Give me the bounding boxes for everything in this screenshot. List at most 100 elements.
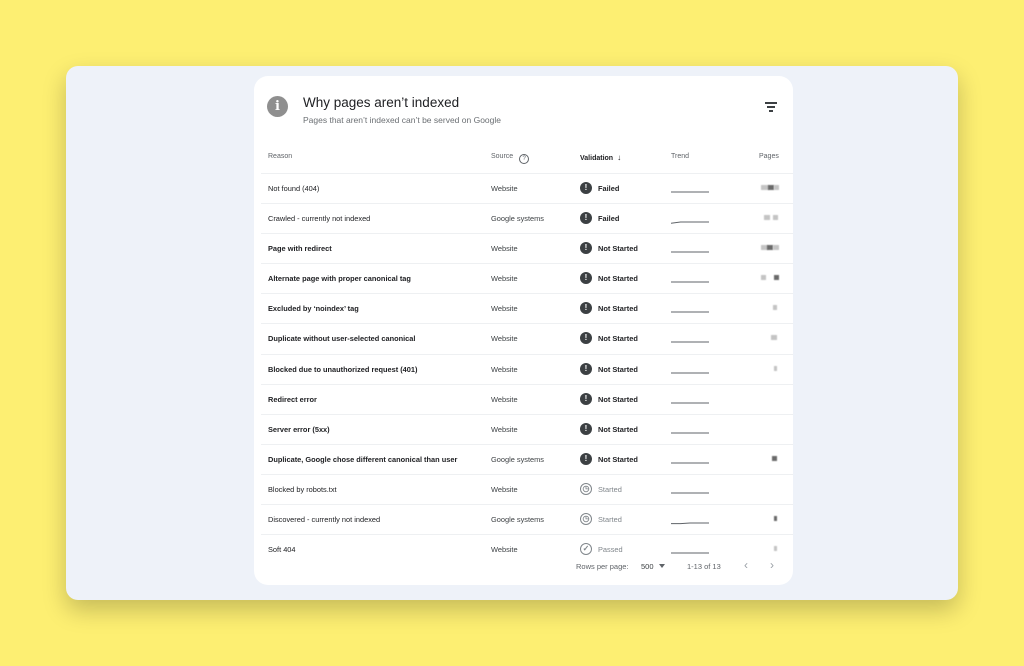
reason-cell: Excluded by ‘noindex’ tag [268, 304, 359, 314]
column-header-trend[interactable]: Trend [671, 153, 689, 160]
trend-sparkline [671, 385, 711, 414]
pages-count-redacted [761, 486, 781, 492]
rows-per-page-select[interactable]: 500 [641, 562, 665, 571]
filter-icon[interactable] [764, 102, 778, 114]
source-cell: Website [491, 334, 518, 344]
trend-sparkline [671, 324, 711, 353]
column-header-reason[interactable]: Reason [268, 153, 292, 160]
source-cell: Website [491, 184, 518, 193]
table-row[interactable]: Alternate page with proper canonical tag… [261, 263, 793, 293]
alert-icon: ! [580, 272, 592, 285]
trend-sparkline [671, 535, 711, 564]
trend-line [671, 522, 709, 525]
source-cell: Website [491, 274, 518, 284]
source-cell: Website [491, 484, 518, 494]
validation-status: Passed [598, 545, 623, 555]
table-row[interactable]: Excluded by ‘noindex’ tag Website! Not Sta… [261, 293, 793, 323]
table-row[interactable]: Page with redirect Website! Not Started [261, 233, 793, 263]
column-header-validation-label: Validation [580, 155, 614, 162]
table-row[interactable]: Duplicate, Google chose different canoni… [261, 443, 793, 474]
redacted-blob [774, 516, 778, 522]
pages-count-redacted [761, 215, 781, 221]
reason-cell: Duplicate without user-selected canonica… [268, 334, 416, 344]
redacted-blob [773, 215, 778, 221]
sort-descending-icon[interactable]: ↓ [617, 153, 621, 162]
source-cell: Website [491, 364, 518, 374]
reason-cell: Duplicate, Google chose different canoni… [268, 454, 458, 464]
redacted-blob [773, 245, 779, 251]
alert-icon: ! [580, 182, 592, 194]
reason-cell: Soft 404 [268, 545, 296, 555]
validation-status: Not Started [598, 274, 638, 284]
reason-cell: Blocked due to unauthorized request (401… [268, 364, 418, 374]
alert-icon: ! [580, 302, 592, 315]
table-row[interactable]: Redirect error Website! Not Started [261, 383, 793, 414]
chevron-down-icon [658, 564, 665, 568]
trend-sparkline [671, 174, 711, 203]
check-circle-icon: ✓ [580, 543, 592, 556]
alert-icon: ! [580, 332, 592, 345]
reason-cell: Crawled - currently not indexed [268, 214, 371, 224]
source-cell: Google systems [491, 515, 544, 525]
column-header-validation[interactable]: Validation ↓ [580, 153, 621, 162]
trend-line [671, 221, 709, 224]
validation-status: Started [598, 484, 622, 494]
source-cell: Website [491, 424, 518, 434]
alert-icon: ! [580, 422, 592, 435]
reason-cell: Blocked by robots.txt [268, 484, 337, 494]
reason-cell: Not found (404) [268, 184, 320, 193]
pages-count-redacted [761, 245, 781, 251]
prev-page-icon[interactable]: ‹ [744, 558, 748, 572]
redacted-blob [761, 275, 766, 281]
rows-per-page-value: 500 [641, 562, 654, 571]
trend-sparkline [671, 294, 711, 323]
help-icon[interactable]: ? [519, 154, 530, 164]
validation-status: Not Started [598, 304, 638, 314]
trend-sparkline [671, 264, 711, 293]
pages-count-redacted [761, 365, 781, 372]
redacted-blob [773, 305, 777, 311]
pages-count-redacted [761, 455, 781, 462]
table-row[interactable]: Blocked by robots.txt Website ◷ Started [261, 473, 793, 504]
redacted-blob [774, 365, 778, 371]
pages-count-redacted [761, 516, 781, 522]
pagination-range: 1-13 of 13 [687, 562, 721, 571]
card-title: Why pages aren’t indexed [303, 95, 460, 110]
next-page-icon[interactable]: › [770, 558, 774, 572]
validation-status: Not Started [598, 454, 638, 464]
table-row[interactable]: Discovered - currently not indexed Google… [261, 504, 793, 534]
validation-status: Not Started [598, 424, 638, 434]
table-row[interactable]: Not found (404) Website! Failed [261, 173, 793, 203]
redacted-blob [767, 245, 773, 251]
validation-status: Not Started [598, 394, 638, 404]
redacted-blob [774, 275, 779, 281]
source-cell: Website [491, 394, 518, 404]
redacted-blob [764, 215, 771, 221]
table-row[interactable]: Duplicate without user-selected canonica… [261, 323, 793, 353]
trend-sparkline [671, 234, 711, 263]
alert-icon: ! [580, 452, 592, 465]
reason-cell: Page with redirect [268, 244, 332, 254]
column-header-pages[interactable]: Pages [759, 153, 779, 160]
trend-sparkline [671, 415, 711, 444]
source-cell: Website [491, 304, 518, 314]
clock-icon: ◷ [580, 482, 592, 495]
column-header-source[interactable]: Source? [491, 153, 530, 164]
table-row[interactable]: Soft 404 Website ✓ Passed [261, 534, 793, 564]
table-row[interactable]: Crawled - currently not indexed Google sy… [261, 203, 793, 233]
table-row[interactable]: Server error (5xx) Website! Not Started [261, 413, 793, 444]
not-indexed-card: i Why pages aren’t indexed Pages that ar… [254, 76, 793, 585]
reason-cell: Redirect error [268, 394, 317, 404]
table-row[interactable]: Blocked due to unauthorized request (401… [261, 353, 793, 384]
pages-count-redacted [761, 426, 781, 432]
pages-count-redacted [761, 275, 781, 281]
pages-count-redacted [761, 185, 781, 191]
alert-icon: ! [580, 362, 592, 375]
trend-sparkline [671, 475, 711, 504]
source-cell: Website [491, 545, 518, 555]
validation-status: Failed [598, 214, 620, 224]
card-subtitle: Pages that aren’t indexed can’t be serve… [303, 115, 501, 125]
pages-count-redacted [761, 335, 781, 341]
validation-status: Started [598, 515, 622, 525]
pages-count-redacted [761, 305, 781, 311]
